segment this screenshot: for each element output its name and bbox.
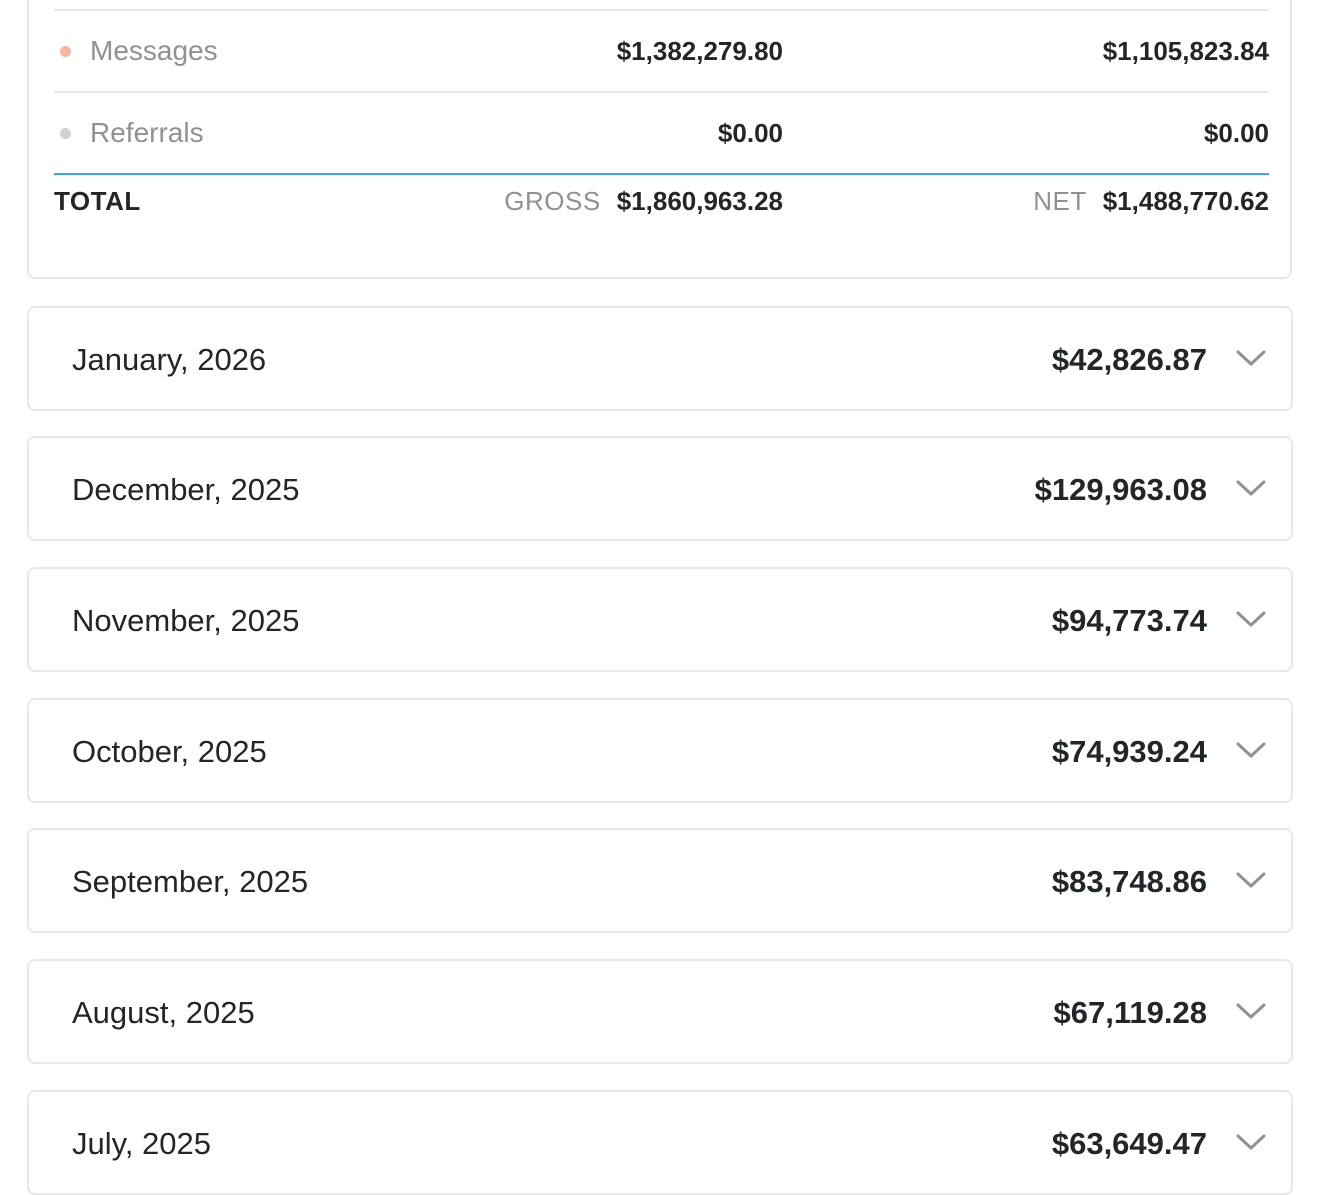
month-row-october-2025[interactable]: October, 2025 $74,939.24 [27, 698, 1293, 803]
net-amount: $0.00 [1203, 118, 1269, 148]
month-row-august-2025[interactable]: August, 2025 $67,119.28 [27, 959, 1293, 1064]
month-amount: $67,119.28 [1053, 995, 1207, 1030]
chevron-down-icon[interactable] [1235, 999, 1267, 1023]
month-label: August, 2025 [72, 995, 255, 1030]
net-amount: $1,105,823.84 [1102, 36, 1269, 66]
month-amount: $94,773.74 [1051, 603, 1207, 638]
gross-amount: $1,382,279.80 [616, 36, 783, 66]
month-label: December, 2025 [72, 472, 300, 507]
chevron-down-icon[interactable] [1235, 1130, 1267, 1154]
month-amount: $42,826.87 [1051, 342, 1207, 377]
month-row-september-2025[interactable]: September, 2025 $83,748.86 [27, 828, 1293, 933]
month-label: July, 2025 [72, 1126, 212, 1161]
source-label: Referrals [90, 117, 204, 148]
source-label: Messages [90, 35, 218, 66]
gross-total-value: $1,860,963.28 [616, 186, 783, 216]
month-label: January, 2026 [72, 342, 267, 377]
chevron-down-icon[interactable] [1235, 476, 1267, 500]
total-label: TOTAL [54, 186, 141, 216]
chevron-down-icon[interactable] [1235, 868, 1267, 892]
month-row-july-2025[interactable]: July, 2025 $63,649.47 [27, 1090, 1293, 1195]
chevron-down-icon[interactable] [1235, 346, 1267, 370]
month-row-november-2025[interactable]: November, 2025 $94,773.74 [27, 567, 1293, 672]
month-amount: $83,748.86 [1051, 864, 1207, 899]
chevron-down-icon[interactable] [1235, 607, 1267, 631]
month-row-december-2025[interactable]: December, 2025 $129,963.08 [27, 436, 1293, 541]
net-total: NET $1,488,770.62 [1033, 183, 1269, 219]
month-amount: $129,963.08 [1034, 472, 1207, 507]
earnings-summary-card: Messages $1,382,279.80 $1,105,823.84 Ref… [27, 0, 1292, 279]
chevron-down-icon[interactable] [1235, 738, 1267, 762]
gross-amount: $0.00 [717, 118, 783, 148]
messages-dot-icon [60, 46, 71, 57]
gross-total: GROSS $1,860,963.28 [504, 183, 783, 219]
referrals-dot-icon [60, 128, 71, 139]
source-row-messages: Messages $1,382,279.80 $1,105,823.84 [54, 11, 1269, 93]
source-row-referrals: Referrals $0.00 $0.00 [54, 93, 1269, 175]
net-total-value: $1,488,770.62 [1102, 186, 1269, 216]
month-label: October, 2025 [72, 734, 267, 769]
month-label: September, 2025 [72, 864, 309, 899]
gross-caption: GROSS [504, 186, 601, 216]
total-row: TOTAL GROSS $1,860,963.28 NET $1,488,770… [54, 174, 1269, 224]
month-amount: $74,939.24 [1051, 734, 1207, 769]
month-row-january-2026[interactable]: January, 2026 $42,826.87 [27, 306, 1293, 411]
net-caption: NET [1033, 186, 1087, 216]
month-amount: $63,649.47 [1051, 1126, 1207, 1161]
month-label: November, 2025 [72, 603, 300, 638]
